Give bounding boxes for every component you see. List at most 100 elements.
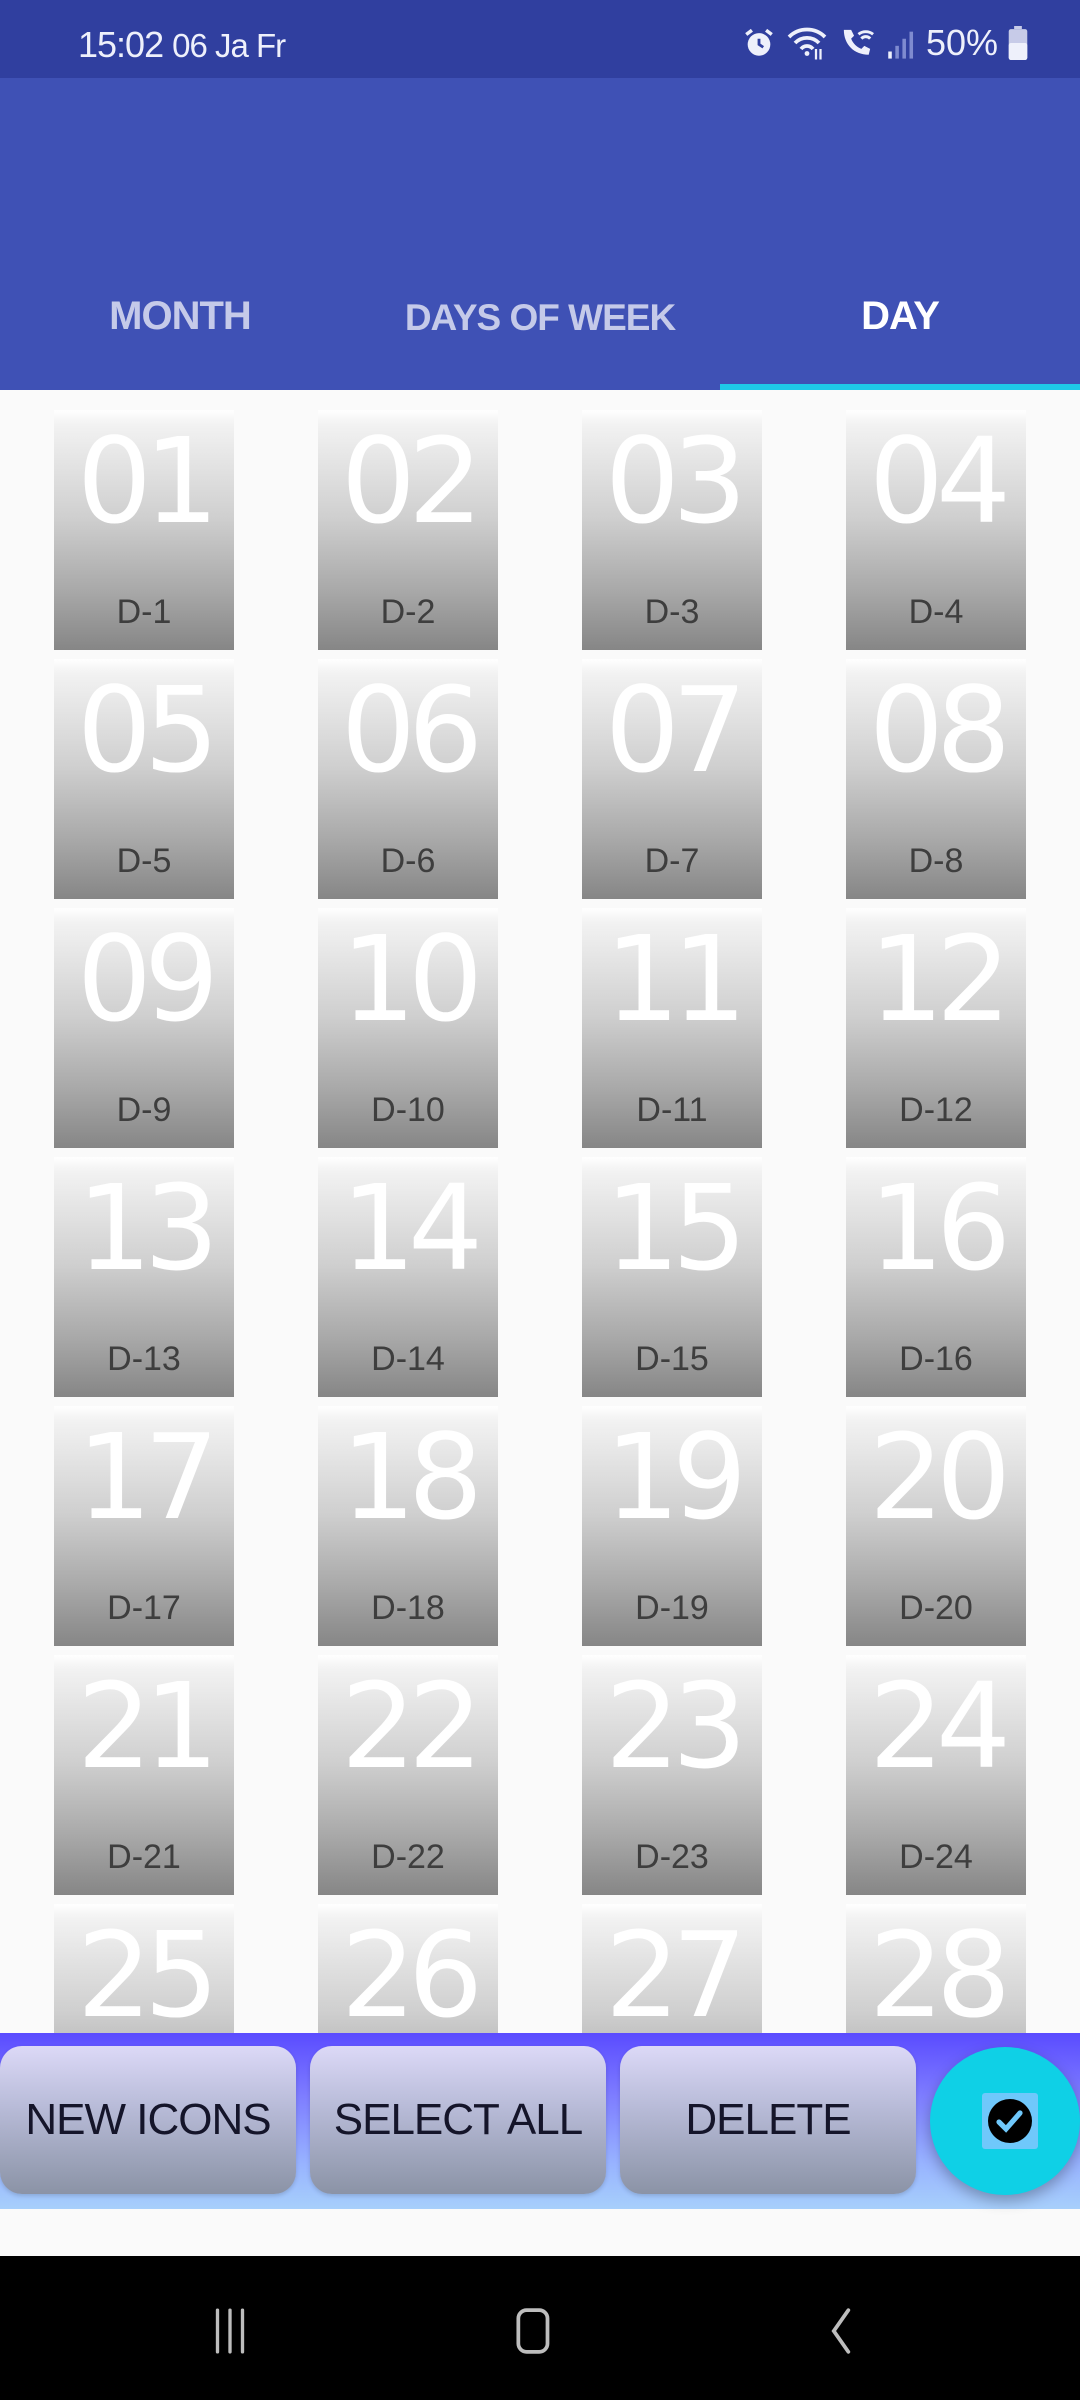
- battery-icon: [1008, 26, 1028, 60]
- day-label: D-11: [636, 1091, 708, 1129]
- day-icon-tile[interactable]: 06 D-6: [318, 659, 498, 899]
- day-label: D-16: [899, 1340, 973, 1378]
- day-icon-tile[interactable]: 05 D-5: [54, 659, 234, 899]
- day-icon-tile[interactable]: 08 D-8: [846, 659, 1026, 899]
- day-label: D-21: [107, 1838, 181, 1876]
- day-icon-tile[interactable]: 01 D-1: [54, 410, 234, 650]
- day-number: 11: [604, 910, 747, 1048]
- confirm-fab[interactable]: [930, 2047, 1080, 2195]
- day-number: 21: [76, 1657, 219, 1795]
- day-number: 27: [604, 1906, 747, 2033]
- day-label: D-23: [635, 1838, 709, 1876]
- check-circle-icon: [982, 2093, 1038, 2149]
- day-icon-tile[interactable]: 11 D-11: [582, 908, 762, 1148]
- day-icon-tile[interactable]: 24 D-24: [846, 1655, 1026, 1895]
- alarm-icon: [742, 26, 776, 60]
- day-number: 15: [604, 1159, 747, 1297]
- tab-label: DAY: [861, 294, 940, 338]
- date: 06 Ja Fr: [172, 27, 286, 64]
- day-number: 22: [340, 1657, 483, 1795]
- day-number: 28: [868, 1906, 1011, 2033]
- button-label: NEW ICONS: [25, 2095, 271, 2144]
- recents-icon[interactable]: [190, 2296, 270, 2366]
- tab-bar: MONTH DAYS OF WEEK DAY: [0, 262, 1080, 390]
- tab-days-of-week[interactable]: DAYS OF WEEK: [360, 262, 720, 390]
- home-icon[interactable]: [495, 2296, 575, 2366]
- tab-month[interactable]: MONTH: [0, 262, 360, 390]
- day-icon-tile[interactable]: 28D-28: [846, 1904, 1026, 2033]
- back-icon[interactable]: [800, 2296, 880, 2366]
- day-number: 18: [340, 1408, 483, 1546]
- day-number: 02: [340, 412, 483, 550]
- day-number: 19: [604, 1408, 747, 1546]
- day-label: D-10: [371, 1091, 445, 1129]
- day-label: D-4: [908, 593, 964, 631]
- day-label: D-7: [644, 842, 700, 880]
- day-label: D-19: [635, 1589, 709, 1627]
- day-icon-tile[interactable]: 09 D-9: [54, 908, 234, 1148]
- day-icon-tile[interactable]: 25D-25: [54, 1904, 234, 2033]
- day-label: D-24: [899, 1838, 973, 1876]
- day-number: 24: [868, 1657, 1011, 1795]
- day-icon-grid[interactable]: 01 D-1 02 D-2 03 D-3 04 D-4 05 D-5 06 D-6 07 D-7 08 D-8…: [0, 390, 1080, 2033]
- day-icon-tile[interactable]: 17 D-17: [54, 1406, 234, 1646]
- day-icon-tile[interactable]: 16 D-16: [846, 1157, 1026, 1397]
- day-icon-tile[interactable]: 12 D-12: [846, 908, 1026, 1148]
- day-label: D-5: [116, 842, 172, 880]
- day-number: 23: [604, 1657, 747, 1795]
- day-number: 03: [604, 412, 747, 550]
- button-label: SELECT ALL: [333, 2095, 583, 2144]
- select-all-button[interactable]: SELECT ALL: [310, 2046, 606, 2194]
- day-icon-tile[interactable]: 03 D-3: [582, 410, 762, 650]
- day-icon-tile[interactable]: 07 D-7: [582, 659, 762, 899]
- day-icon-tile[interactable]: 20 D-20: [846, 1406, 1026, 1646]
- wifi-calling-icon: [838, 25, 876, 61]
- day-icon-tile[interactable]: 14 D-14: [318, 1157, 498, 1397]
- day-icon-tile[interactable]: 21 D-21: [54, 1655, 234, 1895]
- new-icons-button[interactable]: NEW ICONS: [0, 2046, 296, 2194]
- day-label: D-17: [107, 1589, 181, 1627]
- day-icon-tile[interactable]: 04 D-4: [846, 410, 1026, 650]
- day-number: 09: [76, 910, 219, 1048]
- day-number: 06: [340, 661, 483, 799]
- tab-day[interactable]: DAY: [720, 262, 1080, 390]
- system-nav-bar: [0, 2256, 1080, 2400]
- day-number: 10: [340, 910, 483, 1048]
- day-icon-tile[interactable]: 15 D-15: [582, 1157, 762, 1397]
- clock: 15:02: [78, 24, 164, 65]
- day-label: D-14: [371, 1340, 445, 1378]
- day-number: 26: [340, 1906, 483, 2033]
- day-icon-tile[interactable]: 10 D-10: [318, 908, 498, 1148]
- day-icon-tile[interactable]: 02 D-2: [318, 410, 498, 650]
- delete-button[interactable]: DELETE: [620, 2046, 916, 2194]
- day-label: D-2: [380, 593, 436, 631]
- day-number: 12: [868, 910, 1011, 1048]
- day-number: 01: [76, 412, 219, 550]
- day-number: 20: [868, 1408, 1011, 1546]
- day-number: 25: [76, 1906, 219, 2033]
- day-icon-tile[interactable]: 23 D-23: [582, 1655, 762, 1895]
- status-time: 15:02 06 Ja Fr: [78, 24, 286, 66]
- button-label: DELETE: [685, 2095, 851, 2144]
- day-icon-tile[interactable]: 22 D-22: [318, 1655, 498, 1895]
- wifi-icon: [786, 25, 828, 61]
- day-icon-tile[interactable]: 19 D-19: [582, 1406, 762, 1646]
- day-label: D-12: [899, 1091, 973, 1129]
- day-number: 04: [868, 412, 1011, 550]
- day-label: D-1: [116, 593, 172, 631]
- tab-label: MONTH: [109, 294, 252, 338]
- day-icon-tile[interactable]: 27D-27: [582, 1904, 762, 2033]
- day-icon-tile[interactable]: 26D-26: [318, 1904, 498, 2033]
- status-icons: 50%: [742, 22, 1028, 64]
- day-label: D-8: [908, 842, 964, 880]
- day-number: 07: [604, 661, 747, 799]
- tab-label: DAYS OF WEEK: [404, 297, 676, 338]
- day-label: D-22: [371, 1838, 445, 1876]
- day-label: D-3: [644, 593, 700, 631]
- day-label: D-20: [899, 1589, 973, 1627]
- day-label: D-13: [107, 1340, 181, 1378]
- day-icon-tile[interactable]: 13 D-13: [54, 1157, 234, 1397]
- day-icon-tile[interactable]: 18 D-18: [318, 1406, 498, 1646]
- day-number: 17: [76, 1408, 219, 1546]
- day-label: D-6: [380, 842, 436, 880]
